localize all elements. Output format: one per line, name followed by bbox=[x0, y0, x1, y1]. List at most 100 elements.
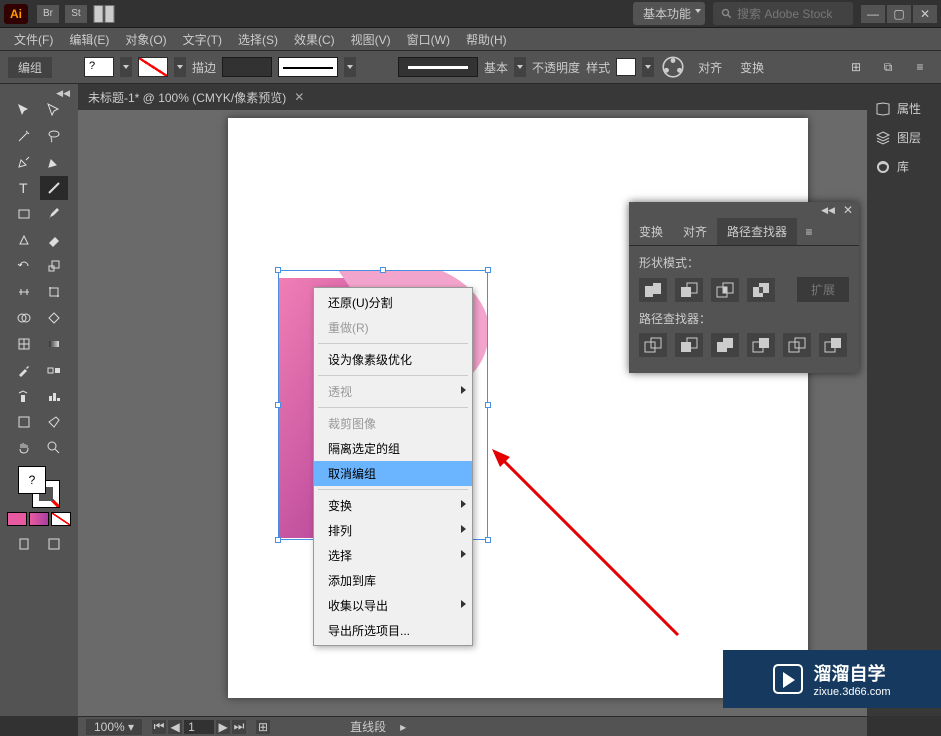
type-tool[interactable]: T bbox=[10, 176, 38, 200]
menu-edit[interactable]: 编辑(E) bbox=[61, 28, 117, 51]
rotate-tool[interactable] bbox=[10, 254, 38, 278]
minus-back-button[interactable] bbox=[819, 333, 847, 357]
blend-tool[interactable] bbox=[40, 358, 68, 382]
fill-swatch[interactable] bbox=[84, 57, 114, 77]
swatch-gradient[interactable] bbox=[29, 512, 49, 526]
cm-select[interactable]: 选择 bbox=[314, 543, 472, 568]
cm-arrange[interactable]: 排列 bbox=[314, 518, 472, 543]
shape-builder-tool[interactable] bbox=[10, 306, 38, 330]
magic-wand-tool[interactable] bbox=[10, 124, 38, 148]
artboard-tool[interactable] bbox=[10, 410, 38, 434]
menu-object[interactable]: 对象(O) bbox=[117, 28, 174, 51]
pen-tool[interactable] bbox=[10, 150, 38, 174]
prev-artboard-button[interactable]: ◀ bbox=[168, 720, 182, 734]
menu-help[interactable]: 帮助(H) bbox=[458, 28, 515, 51]
first-artboard-button[interactable]: ⏮ bbox=[152, 720, 166, 734]
more-button[interactable]: ≡ bbox=[907, 56, 933, 78]
style-dropdown[interactable] bbox=[642, 57, 654, 77]
shaper-tool[interactable] bbox=[10, 228, 38, 252]
profile-sample[interactable] bbox=[398, 57, 478, 77]
close-button[interactable]: ✕ bbox=[913, 5, 937, 23]
menu-select[interactable]: 选择(S) bbox=[230, 28, 286, 51]
cm-ungroup[interactable]: 取消编组 bbox=[314, 461, 472, 486]
scale-tool[interactable] bbox=[40, 254, 68, 278]
selection-handle-tl[interactable] bbox=[275, 267, 281, 273]
selection-handle-tr[interactable] bbox=[485, 267, 491, 273]
paintbrush-tool[interactable] bbox=[40, 202, 68, 226]
zoom-tool[interactable] bbox=[40, 436, 68, 460]
cm-isolate[interactable]: 隔离选定的组 bbox=[314, 436, 472, 461]
free-transform-tool[interactable] bbox=[40, 280, 68, 304]
column-graph-tool[interactable] bbox=[40, 384, 68, 408]
menu-view[interactable]: 视图(V) bbox=[343, 28, 399, 51]
merge-button[interactable] bbox=[711, 333, 739, 357]
screen-mode-button[interactable] bbox=[40, 532, 68, 556]
style-swatch[interactable] bbox=[616, 58, 636, 76]
last-artboard-button[interactable]: ⏭ bbox=[232, 720, 246, 734]
selection-handle-bl[interactable] bbox=[275, 537, 281, 543]
divide-button[interactable] bbox=[639, 333, 667, 357]
hand-tool[interactable] bbox=[10, 436, 38, 460]
align-button[interactable]: 对齐 bbox=[692, 55, 728, 80]
fill-indicator[interactable]: ? bbox=[18, 466, 46, 494]
rectangle-tool[interactable] bbox=[10, 202, 38, 226]
swatch-none[interactable] bbox=[51, 512, 71, 526]
arrange-icon[interactable] bbox=[93, 5, 115, 23]
menu-window[interactable]: 窗口(W) bbox=[399, 28, 458, 51]
outline-button[interactable] bbox=[783, 333, 811, 357]
rail-layers[interactable]: 图层 bbox=[867, 123, 941, 152]
stock-icon[interactable]: St bbox=[65, 5, 87, 23]
selection-handle-ml[interactable] bbox=[275, 402, 281, 408]
isolate-button[interactable]: ⊞ bbox=[843, 56, 869, 78]
artboard-number-input[interactable]: 1 bbox=[184, 720, 214, 734]
gradient-tool[interactable] bbox=[40, 332, 68, 356]
panel-tab-align[interactable]: 对齐 bbox=[673, 218, 717, 245]
cm-add-library[interactable]: 添加到库 bbox=[314, 568, 472, 593]
draw-mode-button[interactable] bbox=[10, 532, 38, 556]
brush-definition[interactable] bbox=[278, 57, 338, 77]
eraser-tool[interactable] bbox=[40, 228, 68, 252]
symbol-sprayer-tool[interactable] bbox=[10, 384, 38, 408]
width-tool[interactable] bbox=[10, 280, 38, 304]
panel-menu-icon[interactable]: ≡ bbox=[797, 218, 821, 245]
direct-selection-tool[interactable] bbox=[40, 98, 68, 122]
stroke-dropdown[interactable] bbox=[174, 57, 186, 77]
cm-transform[interactable]: 变换 bbox=[314, 493, 472, 518]
artboard-nav-button[interactable]: ⊞ bbox=[256, 720, 270, 734]
transform-button[interactable]: 变换 bbox=[734, 55, 770, 80]
line-tool[interactable] bbox=[40, 176, 68, 200]
menu-file[interactable]: 文件(F) bbox=[6, 28, 61, 51]
unite-button[interactable] bbox=[639, 278, 667, 302]
selection-handle-mr[interactable] bbox=[485, 402, 491, 408]
panel-close-icon[interactable]: ✕ bbox=[843, 203, 853, 217]
cm-pixel-perfect[interactable]: 设为像素级优化 bbox=[314, 347, 472, 372]
swatch-pink[interactable] bbox=[7, 512, 27, 526]
toolbox-collapse-icon[interactable]: ◀◀ bbox=[56, 88, 70, 98]
lasso-tool[interactable] bbox=[40, 124, 68, 148]
selection-tool[interactable] bbox=[10, 98, 38, 122]
document-tab[interactable]: 未标题-1* @ 100% (CMYK/像素预览) ✕ bbox=[78, 84, 867, 110]
cm-collect-export[interactable]: 收集以导出 bbox=[314, 593, 472, 618]
brush-dropdown[interactable] bbox=[344, 57, 356, 77]
perspective-tool[interactable] bbox=[40, 306, 68, 330]
stroke-weight-input[interactable] bbox=[222, 57, 272, 77]
crop-button[interactable] bbox=[747, 333, 775, 357]
minimize-button[interactable]: — bbox=[861, 5, 885, 23]
slice-tool[interactable] bbox=[40, 410, 68, 434]
next-artboard-button[interactable]: ▶ bbox=[216, 720, 230, 734]
cm-undo[interactable]: 还原(U)分割 bbox=[314, 290, 472, 315]
fill-dropdown[interactable] bbox=[120, 57, 132, 77]
workspace-switcher[interactable]: 基本功能 bbox=[633, 2, 705, 25]
panel-tab-transform[interactable]: 变换 bbox=[629, 218, 673, 245]
panel-collapse-icon[interactable]: ◀◀ bbox=[821, 205, 835, 216]
canvas[interactable]: 还原(U)分割 重做(R) 设为像素级优化 透视 裁剪图像 隔离选定的组 取消编… bbox=[78, 110, 867, 716]
search-stock-input[interactable]: 搜索 Adobe Stock bbox=[713, 2, 853, 25]
menu-type[interactable]: 文字(T) bbox=[175, 28, 230, 51]
intersect-button[interactable] bbox=[711, 278, 739, 302]
edit-button[interactable]: ⧉ bbox=[875, 56, 901, 78]
eyedropper-tool[interactable] bbox=[10, 358, 38, 382]
exclude-button[interactable] bbox=[747, 278, 775, 302]
cm-export-selection[interactable]: 导出所选项目... bbox=[314, 618, 472, 643]
rail-properties[interactable]: 属性 bbox=[867, 94, 941, 123]
menu-effect[interactable]: 效果(C) bbox=[286, 28, 343, 51]
